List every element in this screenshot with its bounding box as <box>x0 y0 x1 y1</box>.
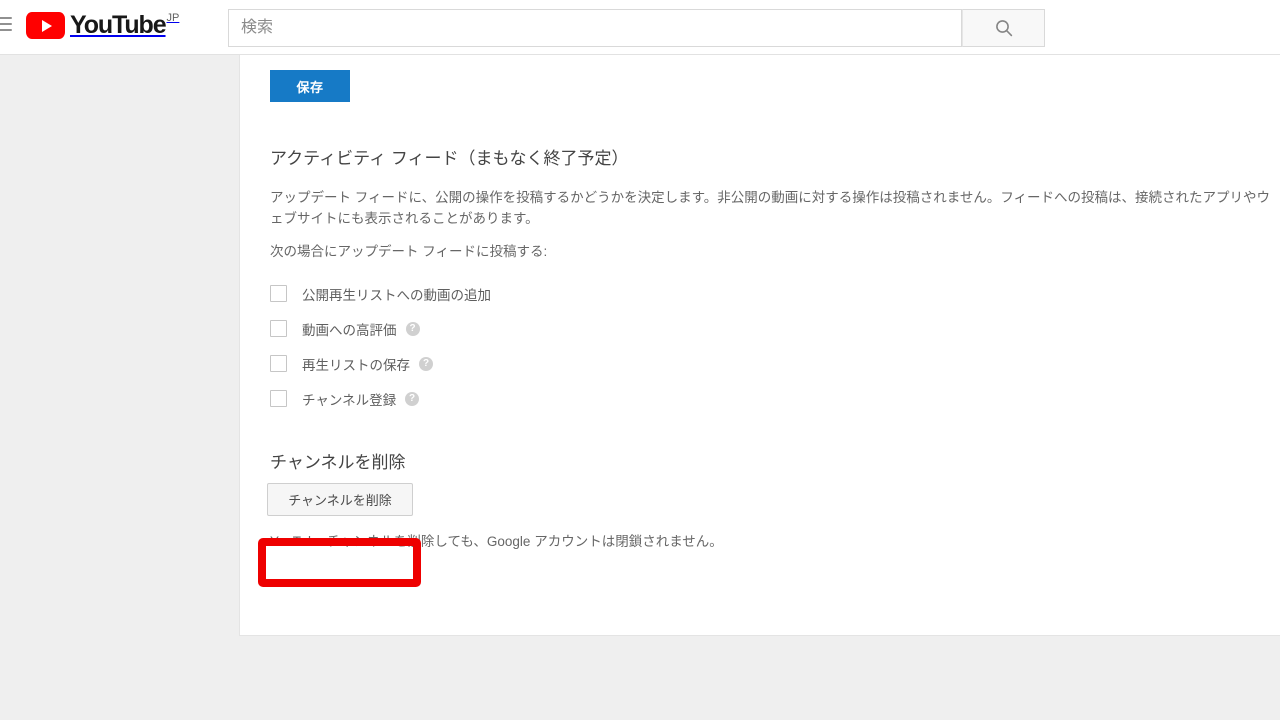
activity-feed-description: アップデート フィードに、公開の操作を投稿するかどうかを決定します。非公開の動画… <box>270 190 1271 226</box>
youtube-locale-label: JP <box>166 12 180 24</box>
settings-content-panel: 保存 アクティビティ フィード（まもなく終了予定） アップデート フィードに、公… <box>239 55 1280 636</box>
hamburger-line <box>0 29 12 31</box>
hamburger-line <box>0 17 12 19</box>
search-icon <box>995 20 1012 37</box>
checkbox-row-channel-subscribe[interactable]: チャンネル登録 ? <box>270 381 770 416</box>
help-icon[interactable]: ? <box>419 356 433 371</box>
youtube-logo[interactable]: YouTube JP <box>26 12 179 42</box>
checkbox-channel-subscribe[interactable] <box>270 390 287 407</box>
search-button[interactable] <box>962 9 1045 47</box>
checkbox-label: チャンネル登録 <box>302 392 397 408</box>
delete-channel-heading: チャンネルを削除 <box>270 453 406 472</box>
checkbox-label: 再生リストの保存 <box>302 357 410 373</box>
youtube-play-icon <box>26 12 65 39</box>
play-triangle-icon <box>42 19 52 32</box>
youtube-logo-text: YouTube <box>70 11 167 39</box>
checkbox-row-playlist-save[interactable]: 再生リストの保存 ? <box>270 346 770 381</box>
checkbox-video-like[interactable] <box>270 320 287 337</box>
delete-channel-note: YouTube チャンネルを削除しても、Google アカウントは閉鎖されません… <box>270 534 723 549</box>
activity-feed-checkbox-list: 公開再生リストへの動画の追加 動画への高評価 ? 再生リストの保存 ? チャンネ… <box>270 276 770 416</box>
page-body: 保存 アクティビティ フィード（まもなく終了予定） アップデート フィードに、公… <box>0 55 1280 720</box>
activity-feed-heading: アクティビティ フィード（まもなく終了予定） <box>270 149 629 168</box>
checkbox-label: 動画への高評価 <box>302 322 397 338</box>
checkbox-row-public-playlist-add[interactable]: 公開再生リストへの動画の追加 <box>270 276 770 311</box>
save-button[interactable]: 保存 <box>270 70 350 102</box>
hamburger-line <box>0 23 12 25</box>
checkbox-playlist-save[interactable] <box>270 355 287 372</box>
hamburger-menu-icon[interactable] <box>0 17 12 31</box>
activity-feed-subtitle: 次の場合にアップデート フィードに投稿する: <box>270 244 548 259</box>
help-icon[interactable]: ? <box>405 321 420 336</box>
top-header-bar: YouTube JP <box>0 0 1280 55</box>
help-icon[interactable]: ? <box>405 391 420 406</box>
delete-channel-button[interactable]: チャンネルを削除 <box>267 483 413 516</box>
checkbox-row-video-like[interactable]: 動画への高評価 ? <box>270 311 770 346</box>
checkbox-label: 公開再生リストへの動画の追加 <box>302 287 491 303</box>
search-input[interactable] <box>228 9 962 47</box>
checkbox-public-playlist-add[interactable] <box>270 285 287 302</box>
